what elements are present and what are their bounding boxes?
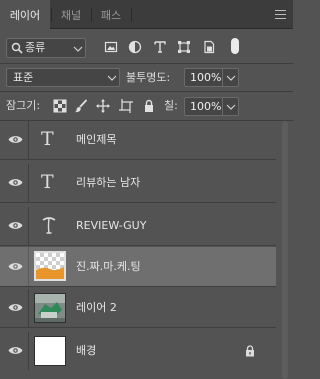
tab-paths[interactable]: 패스 (92, 0, 130, 29)
opacity-field[interactable]: 100% (184, 68, 239, 87)
panel-menu-icon[interactable] (275, 10, 286, 19)
lock-transparent-icon[interactable] (53, 99, 67, 113)
layer-name[interactable]: 메인제목 (76, 121, 116, 159)
eye-icon[interactable] (8, 220, 23, 231)
layer-thumbnail (34, 251, 66, 281)
eye-icon[interactable] (8, 261, 23, 272)
fill-value: 100% (190, 100, 222, 113)
lock-label: 잠그기: (6, 99, 41, 112)
scrollbar-thumb[interactable] (282, 121, 288, 379)
photo-thumbnail (35, 294, 65, 322)
lock-position-icon[interactable] (96, 99, 110, 113)
search-icon (11, 42, 23, 54)
layer-name[interactable]: REVIEW-GUY (76, 207, 146, 245)
row-divider (28, 164, 29, 202)
opacity-label: 불투명도: (126, 71, 171, 84)
blend-mode-value: 표준 (13, 71, 34, 84)
smart-object-filter-icon[interactable] (202, 40, 216, 54)
orange-shape-thumbnail (36, 267, 64, 279)
layer-filter-row: 종류 (0, 33, 293, 65)
eye-icon[interactable] (8, 345, 23, 356)
row-divider (28, 207, 29, 245)
tab-channels[interactable]: 채널 (52, 0, 90, 29)
layer-name[interactable]: 리뷰하는 남자 (76, 164, 140, 202)
lock-image-icon[interactable] (74, 99, 88, 113)
blend-row: 표준 불투명도: 100% (0, 67, 293, 89)
row-divider (28, 121, 29, 159)
lock-icon[interactable] (245, 345, 255, 357)
row-divider (28, 332, 29, 370)
layer-row-selected[interactable]: 진.짜.마.케.팅 (0, 247, 276, 287)
chevron-down-icon (107, 75, 117, 81)
tab-layers[interactable]: 레이어 (0, 0, 50, 30)
chevron-down-icon (226, 75, 236, 81)
eye-icon[interactable] (8, 177, 23, 188)
layer-thumbnail (34, 336, 66, 366)
opacity-value: 100% (190, 71, 222, 84)
eye-icon[interactable] (8, 302, 23, 313)
layer-row[interactable]: 배경 (0, 332, 276, 371)
chevron-down-icon (226, 104, 236, 110)
image-filter-icon[interactable] (104, 40, 118, 54)
warped-text-icon (42, 217, 56, 234)
layers-scrollbar[interactable] (279, 121, 291, 379)
opacity-dropdown[interactable] (222, 69, 238, 86)
layer-name[interactable]: 배경 (76, 332, 96, 370)
chevron-down-icon (73, 46, 83, 52)
fill-dropdown[interactable] (222, 98, 238, 115)
type-layer-icon: T (41, 128, 54, 150)
row-divider (28, 247, 29, 286)
layer-row[interactable]: REVIEW-GUY (0, 207, 276, 246)
filter-toggle[interactable] (231, 38, 239, 54)
type-layer-icon: T (41, 171, 54, 193)
row-divider (28, 289, 29, 327)
panel-tab-bar: 레이어 채널 패스 (0, 0, 293, 30)
shape-filter-icon[interactable] (177, 40, 191, 54)
layer-name[interactable]: 진.짜.마.케.팅 (76, 247, 141, 286)
filter-kind-select[interactable]: 종류 (6, 38, 86, 58)
adjustment-filter-icon[interactable] (128, 40, 142, 54)
divider (0, 63, 293, 64)
layer-row[interactable]: 레이어 2 (0, 289, 276, 328)
fill-field[interactable]: 100% (184, 97, 239, 116)
tab-divider (131, 8, 132, 22)
layer-name[interactable]: 레이어 2 (76, 289, 117, 327)
layer-thumbnail (34, 293, 66, 323)
filter-kind-label: 종류 (25, 41, 46, 54)
eye-icon[interactable] (8, 134, 23, 145)
type-filter-icon[interactable] (153, 40, 167, 54)
layer-row[interactable]: T 메인제목 (0, 121, 276, 160)
fill-label: 칠: (164, 99, 178, 112)
lock-all-icon[interactable] (142, 99, 156, 113)
divider (0, 91, 293, 92)
lock-row: 잠그기: 칠: 100% (0, 94, 293, 118)
blend-mode-select[interactable]: 표준 (6, 68, 120, 87)
layers-panel: 레이어 채널 패스 종류 표준 불투명도: 100% 잠그기: 칠: 100% … (0, 0, 293, 379)
layer-row[interactable]: T 리뷰하는 남자 (0, 164, 276, 203)
lock-artboard-icon[interactable] (119, 99, 133, 113)
